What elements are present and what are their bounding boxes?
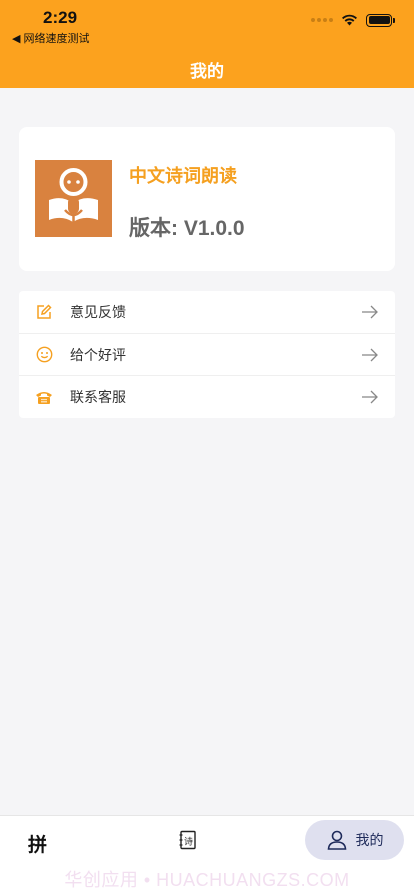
signal-icon <box>311 18 333 22</box>
tab-mine[interactable]: 我的 <box>305 820 404 860</box>
app-logo <box>35 160 112 237</box>
menu-item-label: 给个好评 <box>70 346 126 363</box>
arrow-right-icon <box>362 348 378 361</box>
user-icon <box>327 830 346 850</box>
status-time: 2:29 <box>43 8 78 27</box>
menu-item-contact[interactable]: 联系客服 <box>19 375 395 417</box>
reading-mic-icon <box>49 168 98 222</box>
watermark: 华创应用 • HUACHUANGZS.COM <box>64 870 350 890</box>
menu-item-label: 意见反馈 <box>70 304 126 320</box>
status-icons <box>311 13 395 27</box>
wifi-icon <box>342 14 357 26</box>
top-header: 2:29 ◀ 网络速度测试 我的 <box>0 0 414 88</box>
app-info-card: 中文诗词朗读 版本: V1.0.0 <box>19 127 395 271</box>
bottom-tab-bar: 拼 诗 我的 华创应用 • HUACHUANGZS.COM <box>0 815 414 896</box>
arrow-right-icon <box>362 390 378 403</box>
app-version: 版本: V1.0.0 <box>129 217 245 240</box>
menu-item-feedback[interactable]: 意见反馈 <box>19 291 395 333</box>
phone-icon <box>35 388 53 406</box>
tab-mine-label: 我的 <box>355 832 384 848</box>
arrow-right-icon <box>362 305 378 319</box>
back-to-app-link[interactable]: ◀ 网络速度测试 <box>12 30 90 46</box>
tab-pinyin[interactable]: 拼 <box>28 830 47 857</box>
battery-icon <box>366 13 395 27</box>
smile-icon <box>35 346 53 364</box>
svg-text:诗: 诗 <box>184 837 193 848</box>
menu-item-rate[interactable]: 给个好评 <box>19 333 395 375</box>
app-name: 中文诗词朗读 <box>129 166 237 186</box>
settings-menu: 意见反馈 给个好评 联系客服 <box>19 291 395 418</box>
edit-icon <box>35 303 53 321</box>
tab-poem-book-icon[interactable]: 诗 <box>178 830 198 850</box>
page-title: 我的 <box>190 62 224 81</box>
menu-item-label: 联系客服 <box>70 388 126 405</box>
